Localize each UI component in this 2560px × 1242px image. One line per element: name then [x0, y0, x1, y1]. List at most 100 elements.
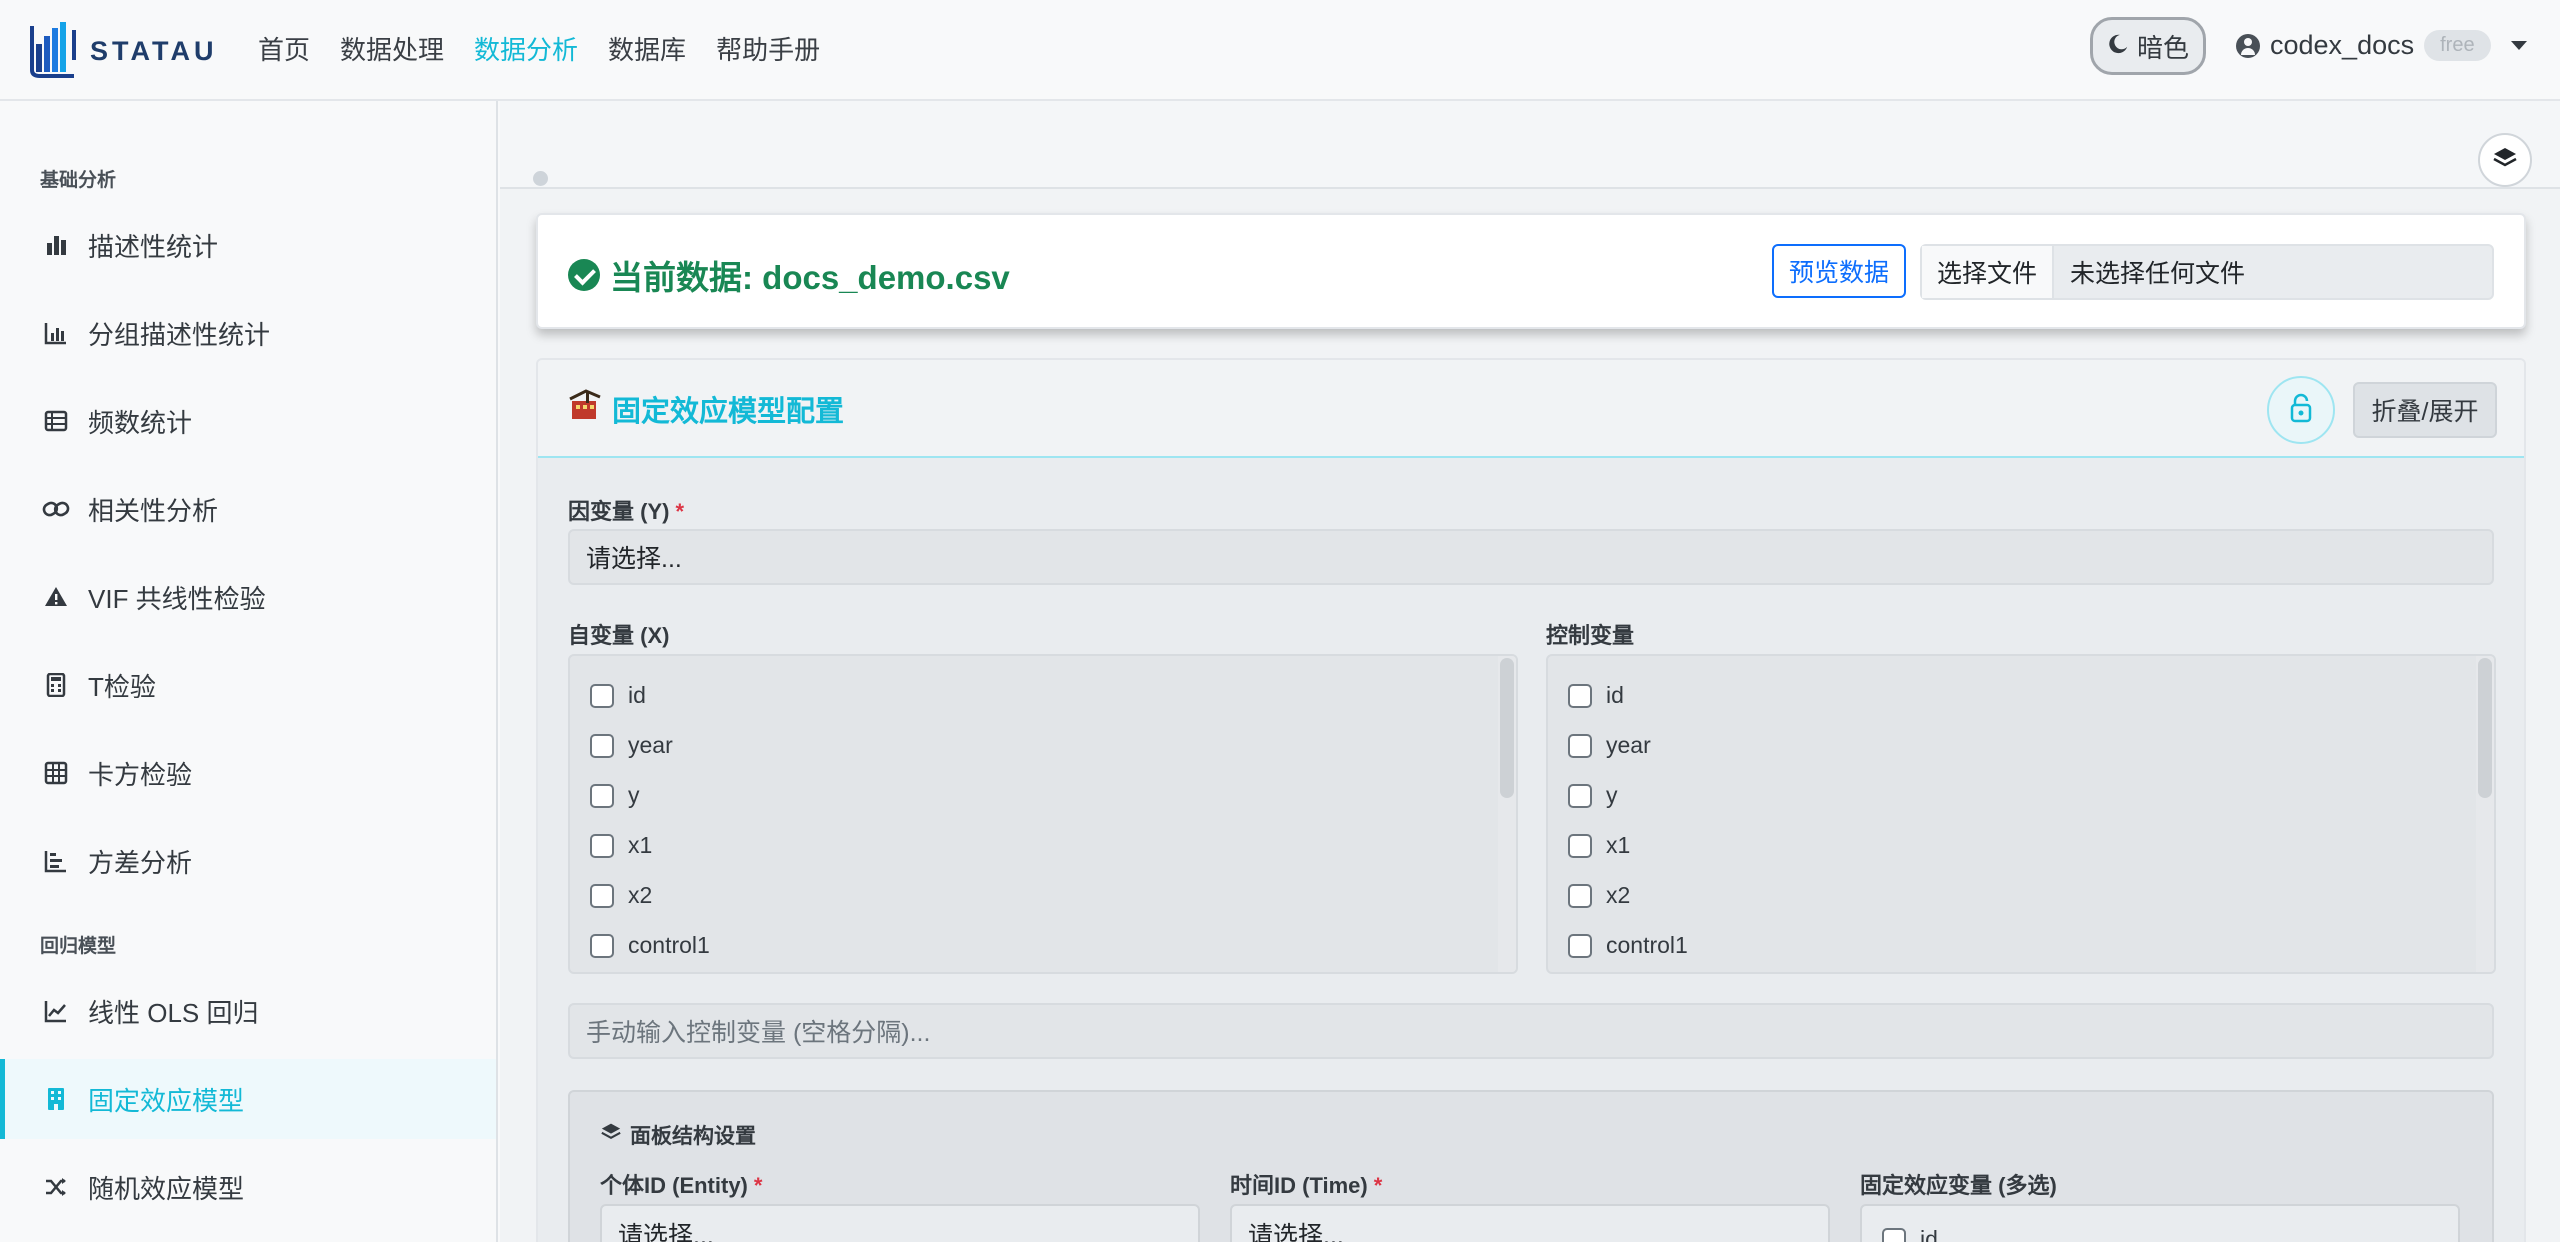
- checkbox[interactable]: [590, 783, 614, 808]
- list-item[interactable]: year: [1568, 732, 1651, 759]
- sidebar-item-frequency-stats[interactable]: 频数统计: [0, 381, 496, 461]
- checkbox[interactable]: [590, 883, 614, 908]
- scrollbar-thumb[interactable]: [2478, 658, 2492, 798]
- required-marker: *: [753, 1173, 763, 1198]
- variable-label: y: [1606, 782, 1618, 808]
- dependent-variable-label: 因变量 (Y) *: [568, 494, 684, 526]
- layers-icon: [2492, 146, 2518, 175]
- time-id-label-text: 时间ID (Time): [1230, 1173, 1368, 1198]
- variable-label: x1: [1606, 832, 1631, 858]
- dark-mode-label: 暗色: [2136, 32, 2189, 63]
- sidebar-item-correlation-analysis[interactable]: 相关性分析: [0, 469, 496, 549]
- variable-label: control1: [1606, 932, 1688, 958]
- layers-button[interactable]: [2478, 133, 2532, 187]
- sidebar-item-label: T检验: [88, 671, 156, 702]
- sidebar-item-label: 描述性统计: [88, 231, 219, 262]
- variable-label: year: [628, 732, 673, 758]
- list-item[interactable]: y: [1568, 782, 1618, 809]
- checkbox[interactable]: [1568, 733, 1592, 758]
- nav-database[interactable]: 数据库: [608, 30, 686, 67]
- sidebar: 基础分析 描述性统计 分组描述性统计 频数统计 相关性分析 VIF 共线性检验: [0, 101, 498, 1242]
- list-item[interactable]: id: [590, 682, 646, 709]
- user-menu[interactable]: codex_docs free: [2236, 30, 2527, 61]
- list-item[interactable]: x1: [590, 832, 652, 859]
- sidebar-item-label: 方差分析: [88, 847, 193, 878]
- choose-file-button[interactable]: 选择文件: [1922, 246, 2054, 298]
- line-chart-icon: [42, 997, 70, 1025]
- variable-label: x2: [628, 882, 653, 908]
- nav-data-analysis[interactable]: 数据分析: [474, 30, 578, 67]
- checkbox[interactable]: [1882, 1227, 1906, 1242]
- checkbox[interactable]: [1568, 833, 1592, 858]
- collapse-expand-button[interactable]: 折叠/展开: [2353, 382, 2497, 438]
- resize-handle[interactable]: [533, 171, 548, 186]
- checkbox[interactable]: [590, 683, 614, 708]
- dependent-variable-select[interactable]: 请选择...: [568, 529, 2494, 585]
- manual-control-variables-input[interactable]: 手动输入控制变量 (空格分隔)...: [568, 1003, 2494, 1059]
- variable-label: id: [1606, 682, 1624, 708]
- list-item[interactable]: control1: [590, 932, 710, 959]
- file-input[interactable]: 选择文件 未选择任何文件: [1920, 244, 2494, 300]
- current-data-title: 当前数据: docs_demo.csv: [568, 251, 1010, 299]
- current-data-label: 当前数据: docs_demo.csv: [610, 259, 1010, 296]
- variable-label: control1: [628, 932, 710, 958]
- sidebar-item-fixed-effects[interactable]: 固定效应模型: [0, 1059, 496, 1139]
- fixed-effects-config-card: 固定效应模型配置 折叠/展开 因变量 (Y) * 请选择... 自变量 (X) 控…: [536, 358, 2526, 1242]
- sidebar-item-t-test[interactable]: T检验: [0, 645, 496, 725]
- user-avatar-icon: [2236, 33, 2260, 58]
- list-item[interactable]: x1: [1568, 832, 1630, 859]
- brand-name[interactable]: STATAU: [90, 36, 217, 67]
- list-item[interactable]: year: [590, 732, 673, 759]
- chevron-down-icon[interactable]: [2510, 41, 2527, 50]
- nav-data-processing[interactable]: 数据处理: [340, 30, 444, 67]
- moon-icon: [2107, 31, 2129, 62]
- panel-structure-settings: 面板结构设置 个体ID (Entity) * 时间ID (Time) * 固定效应变…: [568, 1090, 2494, 1242]
- checkbox[interactable]: [590, 833, 614, 858]
- lock-toggle-button[interactable]: [2267, 376, 2335, 444]
- sidebar-item-label: 频数统计: [88, 407, 193, 438]
- checkbox[interactable]: [1568, 883, 1592, 908]
- list-item[interactable]: y: [590, 782, 640, 809]
- preview-data-button[interactable]: 预览数据: [1772, 244, 1906, 298]
- entity-id-select[interactable]: 请选择...: [600, 1204, 1200, 1242]
- checkbox[interactable]: [590, 733, 614, 758]
- sidebar-item-chi-square-test[interactable]: 卡方检验: [0, 733, 496, 813]
- sidebar-item-anova[interactable]: 方差分析: [0, 821, 496, 901]
- sidebar-item-linear-ols[interactable]: 线性 OLS 回归: [0, 971, 496, 1051]
- list-item[interactable]: x2: [1568, 882, 1630, 909]
- variable-label: y: [628, 782, 640, 808]
- checkbox[interactable]: [1568, 933, 1592, 958]
- fixed-effects-variables-label: 固定效应变量 (多选): [1860, 1173, 2057, 1198]
- warning-icon: [42, 583, 70, 611]
- nav-home[interactable]: 首页: [258, 30, 310, 67]
- list-item[interactable]: id: [1568, 682, 1624, 709]
- dark-mode-toggle-button[interactable]: 暗色: [2090, 17, 2206, 75]
- statau-logo-icon[interactable]: [30, 20, 90, 78]
- list-item[interactable]: x2: [590, 882, 652, 909]
- plan-badge: free: [2424, 30, 2491, 61]
- independent-variables-label: 自变量 (X): [568, 623, 670, 648]
- independent-variables-list: id year y x1 x2 control1: [568, 654, 1518, 974]
- building-icon: [42, 1085, 70, 1113]
- sidebar-item-label: 分组描述性统计: [88, 319, 271, 350]
- sidebar-item-descriptive-stats[interactable]: 描述性统计: [0, 205, 496, 285]
- nav-help-manual[interactable]: 帮助手册: [716, 30, 820, 67]
- checkbox[interactable]: [590, 933, 614, 958]
- variable-label: x2: [1606, 882, 1631, 908]
- sidebar-item-label: VIF 共线性检验: [88, 583, 266, 614]
- sidebar-item-vif-test[interactable]: VIF 共线性检验: [0, 557, 496, 637]
- sidebar-item-label: 线性 OLS 回归: [88, 997, 259, 1028]
- checkbox[interactable]: [1568, 683, 1592, 708]
- checkbox[interactable]: [1568, 783, 1592, 808]
- scrollbar[interactable]: [1498, 656, 1516, 972]
- list-item[interactable]: control1: [1568, 932, 1688, 959]
- scrollbar[interactable]: [2476, 656, 2494, 972]
- sidebar-item-label: 随机效应模型: [88, 1173, 245, 1204]
- sidebar-item-grouped-descriptive-stats[interactable]: 分组描述性统计: [0, 293, 496, 373]
- calculator-icon: [42, 671, 70, 699]
- config-title: 固定效应模型配置: [568, 388, 844, 430]
- time-id-select[interactable]: 请选择...: [1230, 1204, 1830, 1242]
- scrollbar-thumb[interactable]: [1500, 658, 1514, 798]
- list-item[interactable]: id: [1882, 1226, 1938, 1242]
- sidebar-item-random-effects[interactable]: 随机效应模型: [0, 1147, 496, 1227]
